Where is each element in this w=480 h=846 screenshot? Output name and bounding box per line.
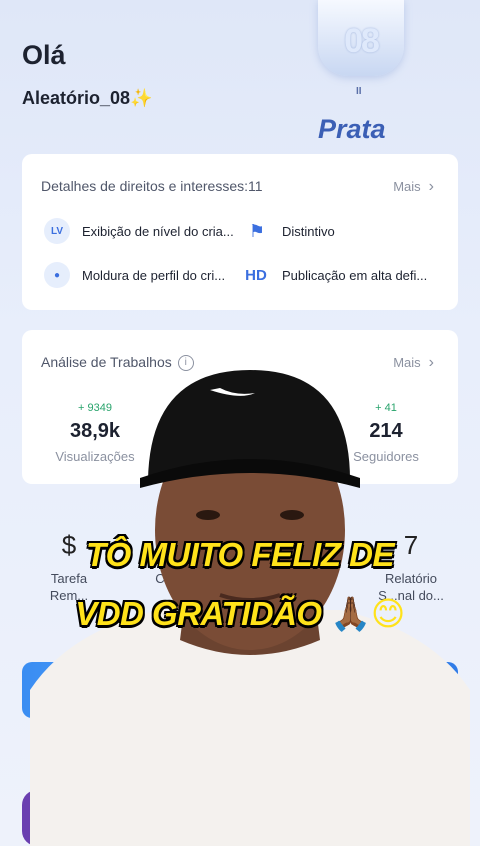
video-caption-line1: TÔ MUITO FELIZ DE	[85, 536, 395, 573]
video-caption-line2: VDD GRATIDÃO 🙏🏾😊	[75, 595, 405, 632]
right-item-label: Exibição de nível do cria...	[82, 223, 234, 239]
rights-card: Detalhes de direitos e interesses:11 Mai…	[22, 154, 458, 310]
rights-more-link[interactable]: Mais ›	[393, 178, 434, 196]
right-item-label: Distintivo	[282, 223, 335, 239]
emoji-pray-smile: 🙏🏾😊	[330, 595, 405, 632]
lv-icon: LV	[44, 218, 70, 244]
right-item-badge[interactable]: ⚑ Distintivo	[244, 218, 444, 244]
profile-frame-icon: ●	[44, 262, 70, 288]
hd-icon: HD	[245, 266, 267, 284]
username[interactable]: Aleatório_08✨	[22, 88, 152, 109]
right-item-profile-frame[interactable]: ● Moldura de perfil do cri...	[44, 262, 239, 288]
right-item-label: Publicação em alta defi...	[282, 267, 428, 283]
level-badge[interactable]: 08 II Prata	[312, 0, 412, 150]
right-item-label: Moldura de perfil do cri...	[82, 267, 226, 283]
chevron-right-icon: ›	[428, 178, 434, 195]
level-emblem-icon: 08	[318, 0, 404, 76]
greeting-title: Olá	[22, 40, 66, 70]
flag-icon: ⚑	[248, 220, 266, 241]
right-item-level-display[interactable]: LV Exibição de nível do cria...	[44, 218, 244, 244]
level-roman: II	[356, 86, 362, 97]
rights-card-title: Detalhes de direitos e interesses:11	[41, 178, 263, 194]
level-tier: Prata	[318, 114, 386, 144]
right-item-hd-publish[interactable]: HD Publicação em alta defi...	[242, 262, 442, 288]
